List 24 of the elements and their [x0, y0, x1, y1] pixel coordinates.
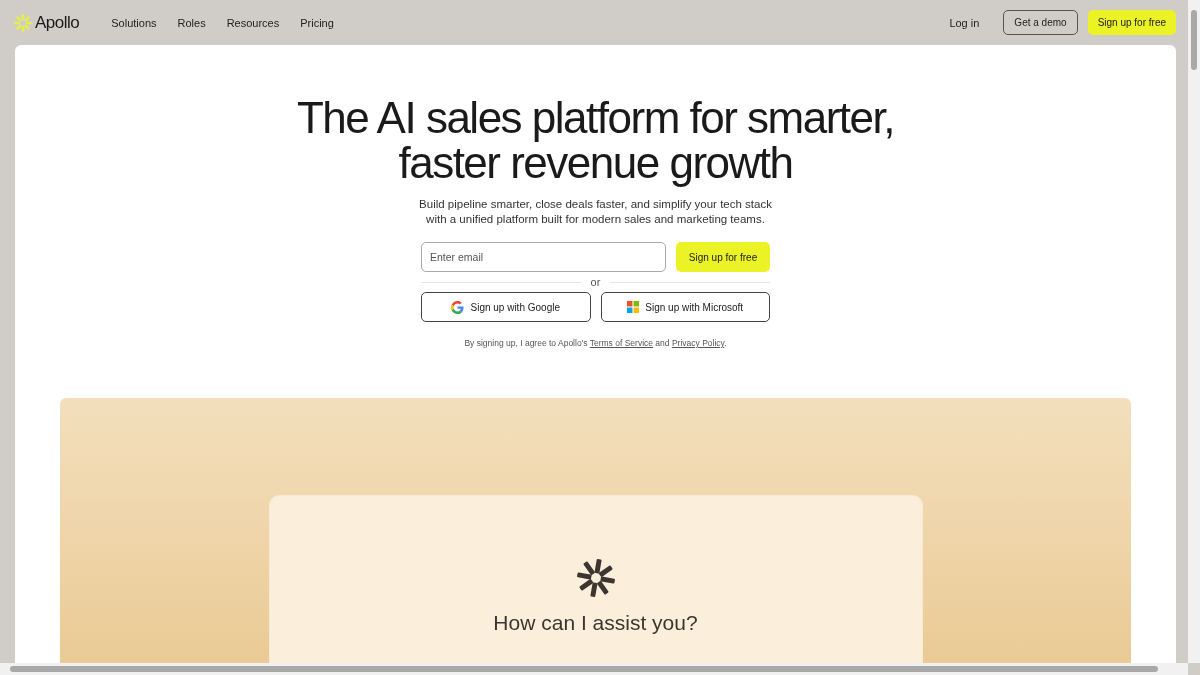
nav-link[interactable]: Resources: [226, 16, 280, 29]
nav-link[interactable]: Pricing: [300, 16, 334, 29]
google-icon: [451, 300, 465, 314]
hero-subtitle: Build pipeline smarter, close deals faster, and simplify your tech stack with a unified platform built for modern sales and marketing teams.: [419, 197, 772, 227]
google-signup-button[interactable]: Sign up with Google: [421, 292, 591, 322]
legal-notice: By signing up, I agree to Apollo's Terms of Service and Privacy Policy.: [463, 338, 728, 348]
nav-link[interactable]: Solutions: [111, 16, 157, 29]
hero-title: The AI sales platform for smarter, faster revenue growth: [297, 95, 894, 185]
brand-name[interactable]: Apollo: [35, 12, 80, 33]
assistant-prompt: How can I assist you?: [493, 611, 698, 635]
logo-icon: [14, 13, 32, 32]
email-field[interactable]: Enter email: [421, 242, 666, 272]
spark-icon: [576, 559, 615, 597]
horizontal-scrollbar[interactable]: [0, 663, 1188, 675]
signup-button[interactable]: Sign up for free: [676, 242, 770, 272]
microsoft-signup-button[interactable]: Sign up with Microsoft: [600, 292, 770, 322]
vertical-scrollbar[interactable]: [1188, 0, 1200, 663]
signup-button[interactable]: Sign up for free: [1087, 10, 1176, 35]
terms-link[interactable]: Terms of Service: [589, 338, 653, 348]
demo-button[interactable]: Get a demo: [1003, 10, 1078, 35]
microsoft-icon: [627, 301, 640, 313]
or-divider-text: or: [590, 276, 601, 288]
nav-link[interactable]: Roles: [177, 16, 206, 29]
login-link[interactable]: Log in: [949, 16, 980, 29]
